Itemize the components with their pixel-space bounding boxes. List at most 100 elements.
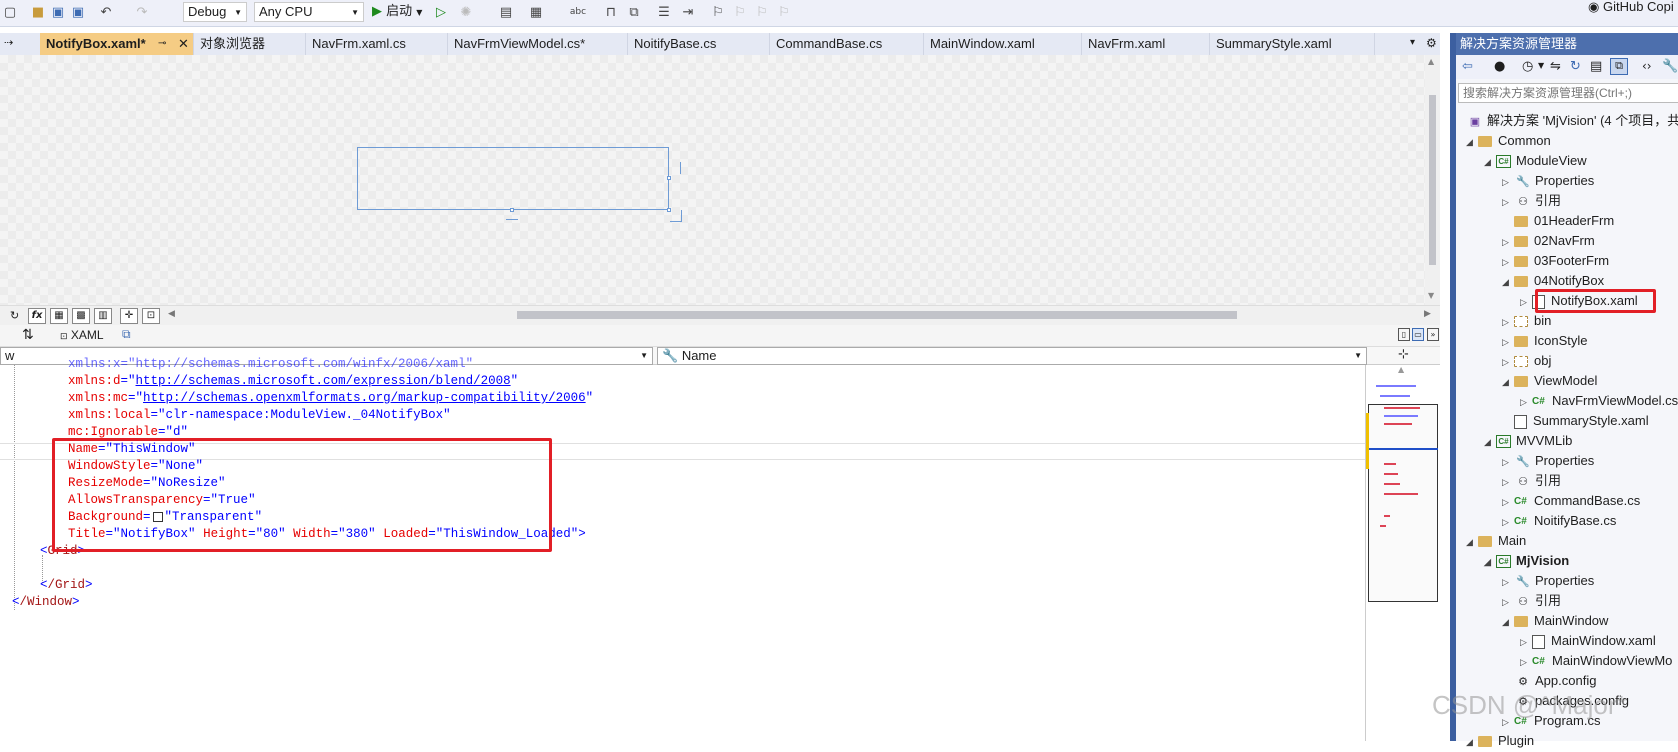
indent-icon[interactable]: ⇥ <box>680 4 696 20</box>
close-icon[interactable]: ✕ <box>178 33 189 55</box>
collapsed-icon[interactable]: ▷ <box>1502 352 1514 372</box>
github-copilot-button[interactable]: ◉ GitHub Copi <box>1588 0 1674 14</box>
tree-item-main[interactable]: ◢ Main <box>1466 531 1526 551</box>
hot-reload-icon[interactable]: ✺ <box>458 4 474 20</box>
collapsed-icon[interactable]: ▷ <box>1502 452 1514 472</box>
scroll-thumb[interactable] <box>517 311 1237 319</box>
vertical-split-icon[interactable]: ▯ <box>1398 328 1410 341</box>
tab-navfrm-xaml[interactable]: NavFrm.xaml <box>1082 33 1210 55</box>
refresh-icon[interactable]: ↻ <box>10 309 19 322</box>
tree-item-references[interactable]: ▷ ⚇ 引用 <box>1502 191 1561 211</box>
code-minimap[interactable]: ▲ <box>1365 365 1440 741</box>
resize-handle[interactable] <box>667 176 671 180</box>
designer-surface[interactable] <box>0 55 1440 305</box>
browse-icon[interactable]: ▤ <box>498 4 514 20</box>
copy-icon[interactable]: ⧉ <box>626 4 642 20</box>
tree-item-mainwindow[interactable]: ◢ MainWindow <box>1502 611 1608 631</box>
collapsed-icon[interactable]: ▷ <box>1520 392 1532 412</box>
fx-icon[interactable]: fx <box>28 308 46 324</box>
bookmark-icon[interactable]: ⚐ <box>710 4 726 20</box>
tree-item-references[interactable]: ▷ ⚇ 引用 <box>1502 591 1561 611</box>
configuration-select[interactable]: Debug ▼ <box>183 2 247 22</box>
collapsed-icon[interactable]: ▷ <box>1502 472 1514 492</box>
collapsed-icon[interactable]: ▷ <box>1520 652 1532 672</box>
platform-select[interactable]: Any CPU ▼ <box>254 2 364 22</box>
tab-overflow-icon[interactable]: ▾ <box>1410 37 1415 48</box>
collapsed-icon[interactable]: ▷ <box>1502 492 1514 512</box>
tree-item-solution[interactable]: ▣ 解决方案 'MjVision' (4 个项目，共 4 <box>1466 111 1678 131</box>
expanded-icon[interactable]: ◢ <box>1484 432 1496 452</box>
tree-item-mainwindow-xaml[interactable]: ▷ MainWindow.xaml <box>1520 631 1656 651</box>
xaml-pane-tab[interactable]: ⊡ XAML <box>60 328 104 343</box>
new-item-icon[interactable]: ▢ <box>2 4 18 20</box>
code-view-icon[interactable]: ‹› <box>1642 59 1652 73</box>
code-value[interactable]: http://schemas.microsoft.com/expression/… <box>136 374 511 388</box>
expanded-icon[interactable]: ◢ <box>1502 372 1514 392</box>
switch-views-icon[interactable]: ⇋ <box>1550 59 1561 74</box>
expanded-icon[interactable]: ◢ <box>1484 152 1496 172</box>
grid-snap-icon[interactable]: ▩ <box>72 308 90 324</box>
tree-item-navfrmviewmodel-cs[interactable]: ▷ C# NavFrmViewModel.cs <box>1520 391 1678 411</box>
history-icon[interactable]: ◷ <box>1522 59 1533 74</box>
solution-search-input[interactable]: 搜索解决方案资源管理器(Ctrl+;) <box>1458 83 1678 103</box>
tree-item-noitifybase-cs[interactable]: ▷ C# NoitifyBase.cs <box>1502 511 1616 531</box>
tree-item-obj[interactable]: ▷ obj <box>1502 351 1551 371</box>
expanded-icon[interactable]: ◢ <box>1466 132 1478 152</box>
collapsed-icon[interactable]: ▷ <box>1502 192 1514 212</box>
tree-item-properties[interactable]: ▷ 🔧 Properties <box>1502 451 1594 471</box>
collapse-pane-icon[interactable]: » <box>1427 328 1439 341</box>
tree-item-summarystyle-xaml[interactable]: SummaryStyle.xaml <box>1502 411 1649 431</box>
minimap-viewport[interactable] <box>1368 404 1438 602</box>
tree-item-properties[interactable]: ▷ 🔧 Properties <box>1502 571 1594 591</box>
start-without-debug-icon[interactable]: ▷ <box>433 4 449 20</box>
sync-icon[interactable]: ⇦ <box>1462 59 1473 74</box>
collapsed-icon[interactable]: ▷ <box>1502 252 1514 272</box>
tree-item-common[interactable]: ◢ Common <box>1466 131 1551 151</box>
tree-item-iconstyle[interactable]: ▷ IconStyle <box>1502 331 1587 351</box>
expanded-icon[interactable]: ◢ <box>1502 612 1514 632</box>
start-button[interactable]: ▶ 启动 ▼ <box>372 3 422 23</box>
save-icon[interactable]: ▣ <box>50 4 66 20</box>
expanded-icon[interactable]: ◢ <box>1466 532 1478 552</box>
tree-item-03footerfrm[interactable]: ▷ 03FooterFrm <box>1502 251 1609 271</box>
show-all-files-icon[interactable]: ⧉ <box>1610 58 1628 75</box>
bookmark-prev-icon[interactable]: ⚐ <box>732 4 748 20</box>
scroll-up-icon[interactable]: ▲ <box>1398 365 1404 374</box>
tree-item-mjvision[interactable]: ◢ C# MjVision <box>1484 551 1569 571</box>
resize-handle[interactable] <box>510 208 514 212</box>
tree-item-properties[interactable]: ▷ 🔧 Properties <box>1502 171 1594 191</box>
tab-mainwindow-xaml[interactable]: MainWindow.xaml <box>924 33 1082 55</box>
tree-item-bin[interactable]: ▷ bin <box>1502 311 1551 331</box>
snap-lines-icon[interactable]: ▥ <box>94 308 112 324</box>
tree-item-plugin[interactable]: ◢ Plugin <box>1466 731 1534 751</box>
layout-icon[interactable]: ▦ <box>528 4 544 20</box>
collapsed-icon[interactable]: ▷ <box>1502 512 1514 532</box>
collapsed-icon[interactable]: ▷ <box>1502 312 1514 332</box>
pin-icon[interactable]: ⊸ <box>158 33 166 55</box>
tree-item-app-config[interactable]: ⚙ App.config <box>1502 671 1596 691</box>
bookmark-next-icon[interactable]: ⚐ <box>754 4 770 20</box>
scroll-up-icon[interactable]: ▲ <box>1428 57 1434 66</box>
tab-object-browser[interactable]: 对象浏览器 <box>194 33 306 55</box>
pin-icon[interactable]: ⇢ <box>4 36 13 49</box>
globe-icon[interactable]: ● <box>1494 59 1505 74</box>
crosshair-icon[interactable]: ✛ <box>120 308 138 324</box>
tree-item-viewmodel[interactable]: ◢ ViewModel <box>1502 371 1597 391</box>
bookmark-clear-icon[interactable]: ⚐ <box>776 4 792 20</box>
tree-item-mvvmlib[interactable]: ◢ C# MVVMLib <box>1484 431 1572 451</box>
collapsed-icon[interactable]: ▷ <box>1502 572 1514 592</box>
grid-icon[interactable]: ▦ <box>50 308 68 324</box>
scroll-thumb[interactable] <box>1429 95 1436 265</box>
tab-summarystyle-xaml[interactable]: SummaryStyle.xaml <box>1210 33 1375 55</box>
tab-commandbase-cs[interactable]: CommandBase.cs <box>770 33 924 55</box>
align-icon[interactable]: ⊓ <box>603 4 619 20</box>
designer-horizontal-scrollbar[interactable] <box>180 310 1410 320</box>
scroll-right-icon[interactable]: ▶ <box>1424 309 1431 319</box>
swap-panes-icon[interactable]: ⇅ <box>22 327 34 343</box>
window-preview[interactable] <box>357 147 669 210</box>
tree-item-mainwindowviewmodel[interactable]: ▷ C# MainWindowViewMo <box>1520 651 1672 671</box>
refresh-icon[interactable]: ↻ <box>1570 59 1581 74</box>
designer-vertical-scrollbar[interactable]: ▲ ▼ <box>1425 55 1440 305</box>
collapsed-icon[interactable]: ▷ <box>1520 632 1532 652</box>
collapsed-icon[interactable]: ▷ <box>1502 232 1514 252</box>
